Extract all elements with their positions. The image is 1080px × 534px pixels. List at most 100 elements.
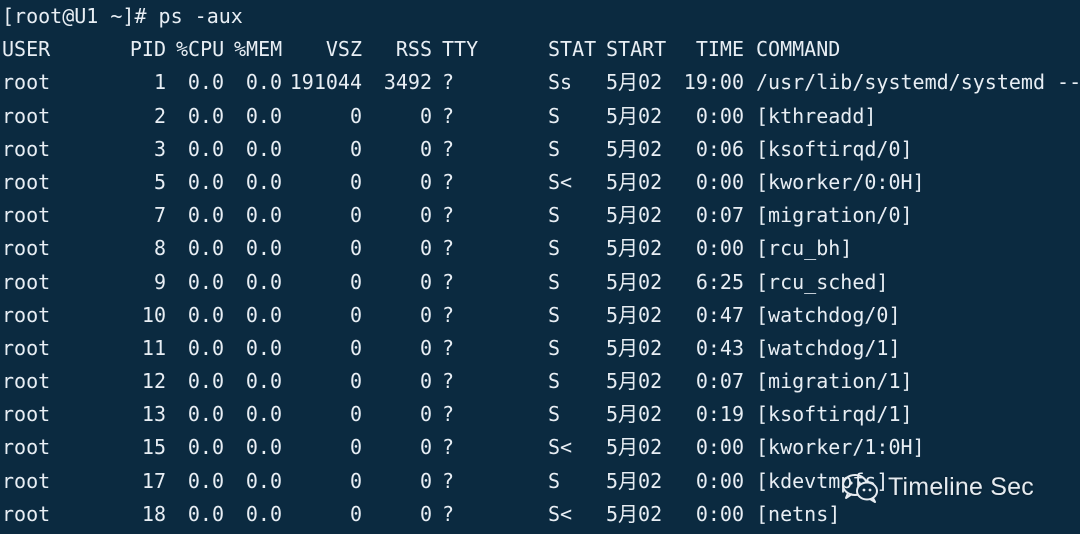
cell-start: 5月02 bbox=[606, 468, 663, 493]
table-row: root 13 0.0 0.0 0 0? S 5月02 0:19 [ksoftirqd/1] bbox=[0, 398, 1080, 431]
cell-start: 5月02 bbox=[606, 169, 663, 194]
terminal-window[interactable]: [root@U1 ~]# ps -aux USER PID %CPU %MEM … bbox=[0, 0, 1080, 534]
cell-user: root bbox=[2, 103, 51, 128]
cell-time: 0:00 bbox=[695, 501, 744, 526]
table-row: root 2 0.0 0.0 0 0? S 5月02 0:00 [kthreadd] bbox=[0, 100, 1080, 133]
cell-pid: 13 bbox=[141, 402, 166, 427]
cell-pid: 18 bbox=[141, 501, 166, 526]
cell-command: [watchdog/1] bbox=[756, 335, 901, 360]
cell-start: 5月02 bbox=[606, 236, 663, 261]
cell-rss: 0 bbox=[419, 468, 432, 493]
cell-rss: 0 bbox=[419, 302, 432, 327]
cell-rss: 0 bbox=[419, 169, 432, 194]
cell-rss: 0 bbox=[419, 369, 432, 394]
table-row: root 15 0.0 0.0 0 0? S< 5月02 0:00 [kworker/1:0H] bbox=[0, 431, 1080, 464]
cell-time: 0:07 bbox=[695, 369, 744, 394]
cell-mem: 0.0 bbox=[245, 435, 282, 460]
cell-rss: 0 bbox=[419, 435, 432, 460]
cell-cpu: 0.0 bbox=[187, 302, 224, 327]
cell-mem: 0.0 bbox=[245, 103, 282, 128]
cell-cpu: 0.0 bbox=[187, 501, 224, 526]
cell-command: [kworker/0:0H] bbox=[756, 169, 925, 194]
cell-time: 19:00 bbox=[683, 70, 744, 95]
cell-vsz: 191044 bbox=[289, 70, 362, 95]
cell-stat: S bbox=[548, 236, 561, 261]
cell-start: 5月02 bbox=[606, 335, 663, 360]
cell-tty: ? bbox=[442, 70, 455, 95]
table-row: root 7 0.0 0.0 0 0? S 5月02 0:07 [migration/0] bbox=[0, 199, 1080, 232]
cell-stat: S bbox=[548, 335, 561, 360]
cell-vsz: 0 bbox=[349, 169, 362, 194]
cell-mem: 0.0 bbox=[245, 169, 282, 194]
table-row: root 11 0.0 0.0 0 0? S 5月02 0:43 [watchdog/1] bbox=[0, 332, 1080, 365]
cell-pid: 11 bbox=[141, 335, 166, 360]
cell-time: 0:00 bbox=[695, 468, 744, 493]
cell-vsz: 0 bbox=[349, 269, 362, 294]
cell-stat: S bbox=[548, 369, 561, 394]
header-tty: TTY bbox=[442, 37, 479, 62]
cell-user: root bbox=[2, 435, 51, 460]
cell-tty: ? bbox=[442, 169, 455, 194]
cell-mem: 0.0 bbox=[245, 468, 282, 493]
cell-vsz: 0 bbox=[349, 335, 362, 360]
cell-mem: 0.0 bbox=[245, 335, 282, 360]
cell-tty: ? bbox=[442, 136, 455, 161]
cell-cpu: 0.0 bbox=[187, 203, 224, 228]
cell-user: root bbox=[2, 501, 51, 526]
cell-cpu: 0.0 bbox=[187, 269, 224, 294]
cell-time: 0:47 bbox=[695, 302, 744, 327]
cell-rss: 0 bbox=[419, 335, 432, 360]
cell-stat: S bbox=[548, 103, 561, 128]
table-row: root 10 0.0 0.0 0 0? S 5月02 0:47 [watchdog/0] bbox=[0, 299, 1080, 332]
cell-time: 0:00 bbox=[695, 169, 744, 194]
header-mem: %MEM bbox=[234, 37, 283, 62]
watermark-text: Timeline Sec bbox=[888, 473, 1034, 502]
watermark: Timeline Sec bbox=[840, 470, 1034, 506]
cell-rss: 0 bbox=[419, 501, 432, 526]
cell-mem: 0.0 bbox=[245, 236, 282, 261]
cell-start: 5月02 bbox=[606, 136, 663, 161]
header-vsz: VSZ bbox=[325, 37, 362, 62]
table-row: root 5 0.0 0.0 0 0? S< 5月02 0:00 [kworker/0:0H] bbox=[0, 166, 1080, 199]
cell-rss: 0 bbox=[419, 203, 432, 228]
cell-cpu: 0.0 bbox=[187, 402, 224, 427]
cell-vsz: 0 bbox=[349, 236, 362, 261]
cell-start: 5月02 bbox=[606, 369, 663, 394]
cell-mem: 0.0 bbox=[245, 369, 282, 394]
cell-stat: S< bbox=[548, 435, 573, 460]
cell-user: root bbox=[2, 236, 51, 261]
cell-vsz: 0 bbox=[349, 136, 362, 161]
cell-command: [migration/0] bbox=[756, 203, 913, 228]
cell-rss: 0 bbox=[419, 402, 432, 427]
cell-user: root bbox=[2, 402, 51, 427]
cell-stat: S bbox=[548, 203, 561, 228]
cell-stat: S< bbox=[548, 169, 573, 194]
table-row: root 1 0.0 0.0 191044 3492? Ss 5月02 19:00/usr/li… bbox=[0, 66, 1080, 99]
cell-pid: 17 bbox=[141, 468, 166, 493]
cell-rss: 0 bbox=[419, 103, 432, 128]
cell-command: [migration/1] bbox=[756, 369, 913, 394]
cell-pid: 1 bbox=[153, 70, 166, 95]
process-list: root 1 0.0 0.0 191044 3492? Ss 5月02 19:00/usr/li… bbox=[0, 66, 1080, 531]
cell-pid: 10 bbox=[141, 302, 166, 327]
cell-pid: 15 bbox=[141, 435, 166, 460]
cell-stat: S bbox=[548, 402, 561, 427]
cell-tty: ? bbox=[442, 435, 455, 460]
wechat-icon bbox=[842, 474, 878, 503]
table-header: USER PID %CPU %MEM VSZ RSS TTY STAT STAR… bbox=[0, 33, 1080, 66]
cell-user: root bbox=[2, 70, 51, 95]
cell-command: /usr/lib/systemd/systemd --s bbox=[756, 70, 1080, 95]
cell-user: root bbox=[2, 335, 51, 360]
cell-tty: ? bbox=[442, 402, 455, 427]
cell-cpu: 0.0 bbox=[187, 70, 224, 95]
cell-mem: 0.0 bbox=[245, 203, 282, 228]
header-pid: PID bbox=[129, 37, 166, 62]
cell-pid: 5 bbox=[153, 169, 166, 194]
cell-tty: ? bbox=[442, 203, 455, 228]
cell-pid: 8 bbox=[153, 236, 166, 261]
cell-rss: 0 bbox=[419, 136, 432, 161]
cell-vsz: 0 bbox=[349, 501, 362, 526]
cell-mem: 0.0 bbox=[245, 70, 282, 95]
cell-time: 0:06 bbox=[695, 136, 744, 161]
cell-pid: 7 bbox=[153, 203, 166, 228]
